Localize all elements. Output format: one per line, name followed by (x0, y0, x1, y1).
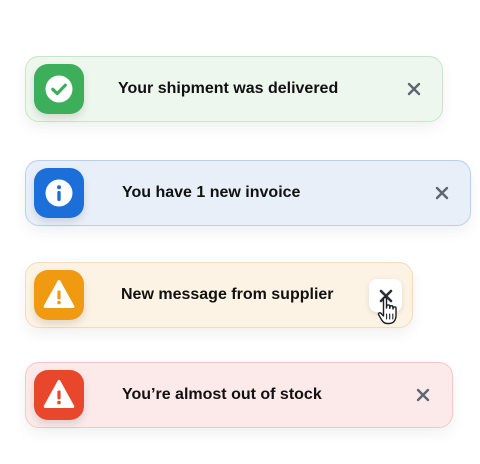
close-button[interactable] (401, 76, 427, 102)
info-badge (34, 168, 84, 218)
close-icon (435, 186, 449, 200)
warning-icon (43, 280, 75, 308)
checkmark-icon (45, 75, 73, 103)
error-badge (34, 370, 84, 420)
notification-message: New message from supplier (121, 286, 334, 303)
close-button[interactable] (410, 382, 436, 408)
info-notification: You have 1 new invoice (25, 160, 471, 226)
notification-message: You’re almost out of stock (122, 386, 322, 403)
success-notification: Your shipment was delivered (25, 56, 443, 122)
warning-badge (34, 270, 84, 320)
close-button[interactable] (429, 180, 455, 206)
notification-stack: Your shipment was delivered You have 1 n… (0, 0, 480, 464)
warning-notification: New message from supplier (25, 262, 413, 328)
error-notification: You’re almost out of stock (25, 362, 453, 428)
notification-message: Your shipment was delivered (118, 80, 339, 97)
pointer-hand-icon (377, 296, 397, 325)
warning-icon (43, 380, 75, 408)
close-icon (407, 82, 421, 96)
success-badge (34, 64, 84, 114)
close-icon (416, 388, 430, 402)
info-icon (45, 179, 73, 207)
notification-message: You have 1 new invoice (122, 184, 301, 201)
